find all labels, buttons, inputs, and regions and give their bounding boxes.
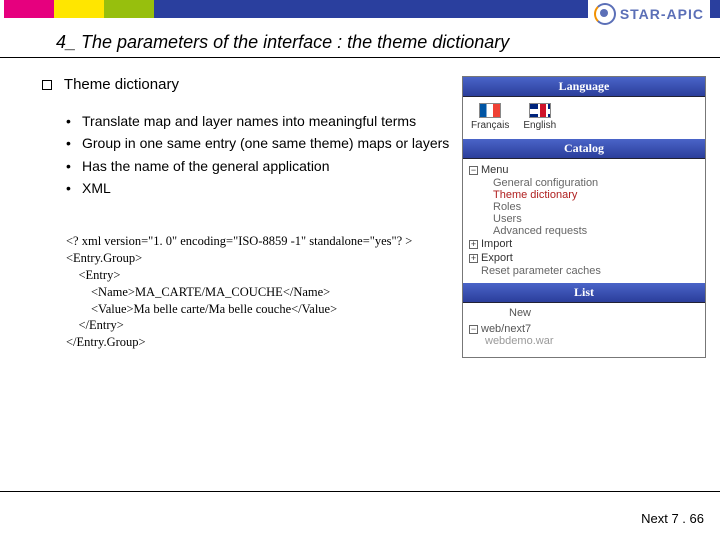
- tree-node-export[interactable]: +Export: [467, 251, 701, 265]
- logo-swirl-icon: [594, 3, 616, 25]
- tree-node-import[interactable]: +Import: [467, 237, 701, 251]
- catalog-tree: −Menu General configuration Theme dictio…: [463, 159, 705, 283]
- xml-snippet: <? xml version="1. 0" encoding="ISO-8859…: [42, 216, 452, 351]
- list-item: XML: [66, 178, 452, 198]
- list-header: List: [463, 283, 705, 303]
- admin-panel: Language Français English Catalog −Menu …: [462, 76, 706, 358]
- flag-uk-icon: [529, 103, 551, 118]
- minus-icon[interactable]: −: [469, 166, 478, 175]
- tree-leaf[interactable]: Roles: [467, 201, 701, 213]
- logo-text: STAR-APIC: [620, 6, 704, 22]
- tree-leaf[interactable]: Advanced requests: [467, 225, 701, 237]
- slide-title: 4_ The parameters of the interface : the…: [56, 32, 720, 53]
- bullet-list: Translate map and layer names into meani…: [42, 111, 452, 198]
- list-item: Has the name of the general application: [66, 156, 452, 176]
- footer-rule: [0, 491, 720, 492]
- title-rule: [0, 57, 720, 58]
- lang-option-fr[interactable]: Français: [471, 103, 509, 131]
- hollow-square-bullet-icon: [42, 80, 52, 90]
- tree-node-menu[interactable]: −Menu: [467, 163, 701, 177]
- language-header: Language: [463, 77, 705, 97]
- list-new[interactable]: New: [469, 307, 699, 319]
- list-leaf[interactable]: webdemo.war: [469, 335, 699, 347]
- plus-icon[interactable]: +: [469, 254, 478, 263]
- list-item: Translate map and layer names into meani…: [66, 111, 452, 131]
- section-heading-row: Theme dictionary: [42, 76, 452, 93]
- tree-leaf[interactable]: General configuration: [467, 177, 701, 189]
- slide-footer: Next 7 . 66: [641, 511, 704, 526]
- lang-option-en[interactable]: English: [523, 103, 556, 131]
- list-item: Group in one same entry (one same theme)…: [66, 133, 452, 153]
- tree-leaf[interactable]: Users: [467, 213, 701, 225]
- section-heading: Theme dictionary: [64, 76, 179, 93]
- tree-leaf-theme-dictionary[interactable]: Theme dictionary: [467, 189, 701, 201]
- list-node[interactable]: −web/next7: [469, 323, 699, 335]
- plus-icon[interactable]: +: [469, 240, 478, 249]
- tree-leaf-reset[interactable]: Reset parameter caches: [467, 265, 701, 277]
- brand-logo: STAR-APIC: [588, 0, 710, 28]
- catalog-header: Catalog: [463, 139, 705, 159]
- minus-icon[interactable]: −: [469, 325, 478, 334]
- flag-fr-icon: [479, 103, 501, 118]
